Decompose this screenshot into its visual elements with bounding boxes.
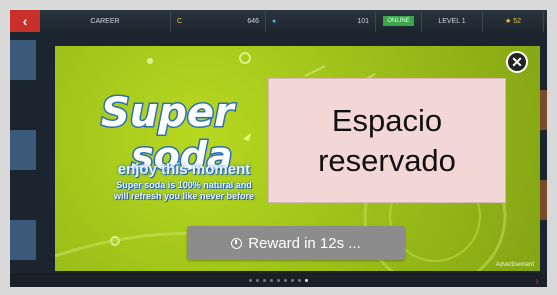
gems-counter[interactable]: ● 101 bbox=[266, 10, 376, 32]
ad-description: Super soda is 100% natural and will refr… bbox=[113, 180, 255, 201]
star-icon: ★ bbox=[504, 18, 512, 25]
clock-icon bbox=[231, 237, 243, 249]
online-status: ONLINE bbox=[376, 10, 422, 32]
advertisement-label: Advertisement bbox=[495, 262, 534, 268]
close-ad-button[interactable]: ✕ bbox=[506, 51, 528, 73]
page-indicator: › bbox=[10, 273, 547, 287]
money-counter[interactable]: C 646 bbox=[171, 10, 266, 32]
page-dot[interactable] bbox=[277, 278, 280, 282]
level-indicator: LEVEL 1 bbox=[422, 10, 483, 32]
next-arrow-icon[interactable]: › bbox=[536, 276, 539, 287]
top-bar: ‹ CAREER C 646 ● 101 ONLINE LEVEL 1 ★ 52 bbox=[10, 10, 547, 32]
svg-text:Super: Super bbox=[101, 90, 236, 136]
side-card[interactable] bbox=[10, 220, 36, 260]
reserved-space-placeholder: Espacio reservado bbox=[268, 78, 506, 203]
sparkle-icon bbox=[243, 133, 251, 141]
page-dot[interactable] bbox=[270, 278, 273, 282]
career-tab[interactable]: CAREER bbox=[40, 10, 171, 32]
close-icon: ✕ bbox=[511, 53, 523, 70]
reward-button[interactable]: Reward in 12s ... bbox=[187, 226, 405, 260]
coin-icon: C bbox=[177, 17, 183, 25]
game-screen: ‹ CAREER C 646 ● 101 ONLINE LEVEL 1 ★ 52… bbox=[10, 10, 547, 287]
page-dot[interactable] bbox=[249, 278, 252, 282]
gem-icon: ● bbox=[272, 17, 277, 25]
back-button[interactable]: ‹ bbox=[10, 10, 40, 32]
page-dot[interactable] bbox=[256, 278, 259, 282]
page-dot[interactable] bbox=[284, 278, 287, 282]
stars-counter: ★ 52 bbox=[483, 10, 544, 32]
page-dot[interactable] bbox=[263, 278, 266, 282]
page-dot[interactable] bbox=[298, 278, 301, 282]
page-dot-active[interactable] bbox=[305, 278, 308, 282]
side-card[interactable] bbox=[10, 130, 36, 170]
side-card[interactable] bbox=[10, 40, 36, 80]
page-dot[interactable] bbox=[291, 278, 294, 282]
back-arrow-icon: ‹ bbox=[22, 13, 28, 29]
ad-tagline: enjoy this moment bbox=[117, 161, 251, 178]
